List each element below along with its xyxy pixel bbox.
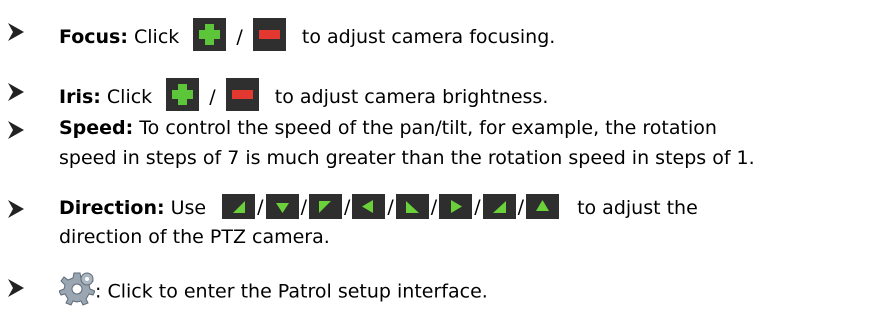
ptz-help-document: Focus: Click / to adjust camera focusing… [0, 0, 886, 313]
down-right-arrow-button[interactable] [395, 194, 429, 219]
right-arrow-button[interactable] [439, 194, 473, 219]
left-arrow-icon [352, 194, 386, 219]
direction-separator: / [430, 195, 438, 218]
down-left-arrow-icon [482, 194, 516, 219]
focus-click-text: Click [127, 26, 180, 48]
up-right-arrow-button[interactable] [222, 194, 256, 219]
up-arrow-icon [526, 194, 560, 219]
up-left-arrow-icon [308, 194, 342, 219]
down-arrow-button[interactable] [265, 194, 299, 219]
down-right-arrow-icon [395, 194, 429, 219]
iris-slash: / [209, 86, 216, 108]
plus-icon [193, 18, 227, 51]
speed-text-line1: To control the speed of the pan/tilt, fo… [133, 117, 717, 139]
bullet-arrow-icon [8, 200, 24, 218]
down-arrow-icon [265, 194, 299, 219]
focus-description: to adjust camera focusing. [301, 26, 556, 48]
direction-separator: / [257, 195, 264, 218]
iris-label: Iris: [59, 86, 101, 108]
direction-separator: / [517, 195, 525, 218]
speed-text-line2: speed in steps of 7 is much greater than… [59, 147, 755, 169]
focus-label: Focus: [59, 26, 128, 48]
direction-label: Direction: [59, 197, 165, 219]
minus-icon [252, 18, 286, 51]
bullet-arrow-icon [8, 83, 24, 101]
up-left-arrow-button[interactable] [308, 194, 342, 219]
direction-description: to adjust the [577, 197, 698, 219]
bullet-arrow-icon [8, 279, 24, 297]
up-right-arrow-icon [222, 194, 256, 219]
down-left-arrow-button[interactable] [482, 194, 516, 219]
focus-slash: / [236, 26, 243, 48]
up-arrow-button[interactable] [526, 194, 560, 219]
plus-icon [166, 78, 200, 111]
direction-separator: / [474, 195, 481, 218]
direction-separator: / [300, 195, 307, 218]
focus-plus-button[interactable] [193, 18, 227, 51]
speed-label: Speed: [59, 117, 134, 139]
iris-plus-button[interactable] [166, 78, 200, 111]
bullet-arrow-icon [8, 23, 24, 41]
left-arrow-button[interactable] [352, 194, 386, 219]
direction-text-line2: direction of the PTZ camera. [59, 226, 330, 248]
bullet-arrow-icon [8, 121, 24, 139]
direction-separator: / [343, 195, 351, 218]
direction-use-text: Use [164, 197, 207, 219]
iris-click-text: Click [100, 86, 153, 108]
patrol-gear-button[interactable] [58, 271, 96, 307]
patrol-description: : Click to enter the Patrol setup interf… [95, 280, 488, 303]
focus-minus-button[interactable] [252, 18, 286, 51]
direction-separator: / [387, 195, 394, 218]
iris-description: to adjust camera brightness. [274, 86, 549, 108]
direction-buttons: / / / / / / / [222, 194, 560, 219]
right-arrow-icon [439, 194, 473, 219]
gear-icon [58, 272, 96, 306]
minus-icon [225, 78, 259, 111]
iris-minus-button[interactable] [225, 78, 259, 111]
